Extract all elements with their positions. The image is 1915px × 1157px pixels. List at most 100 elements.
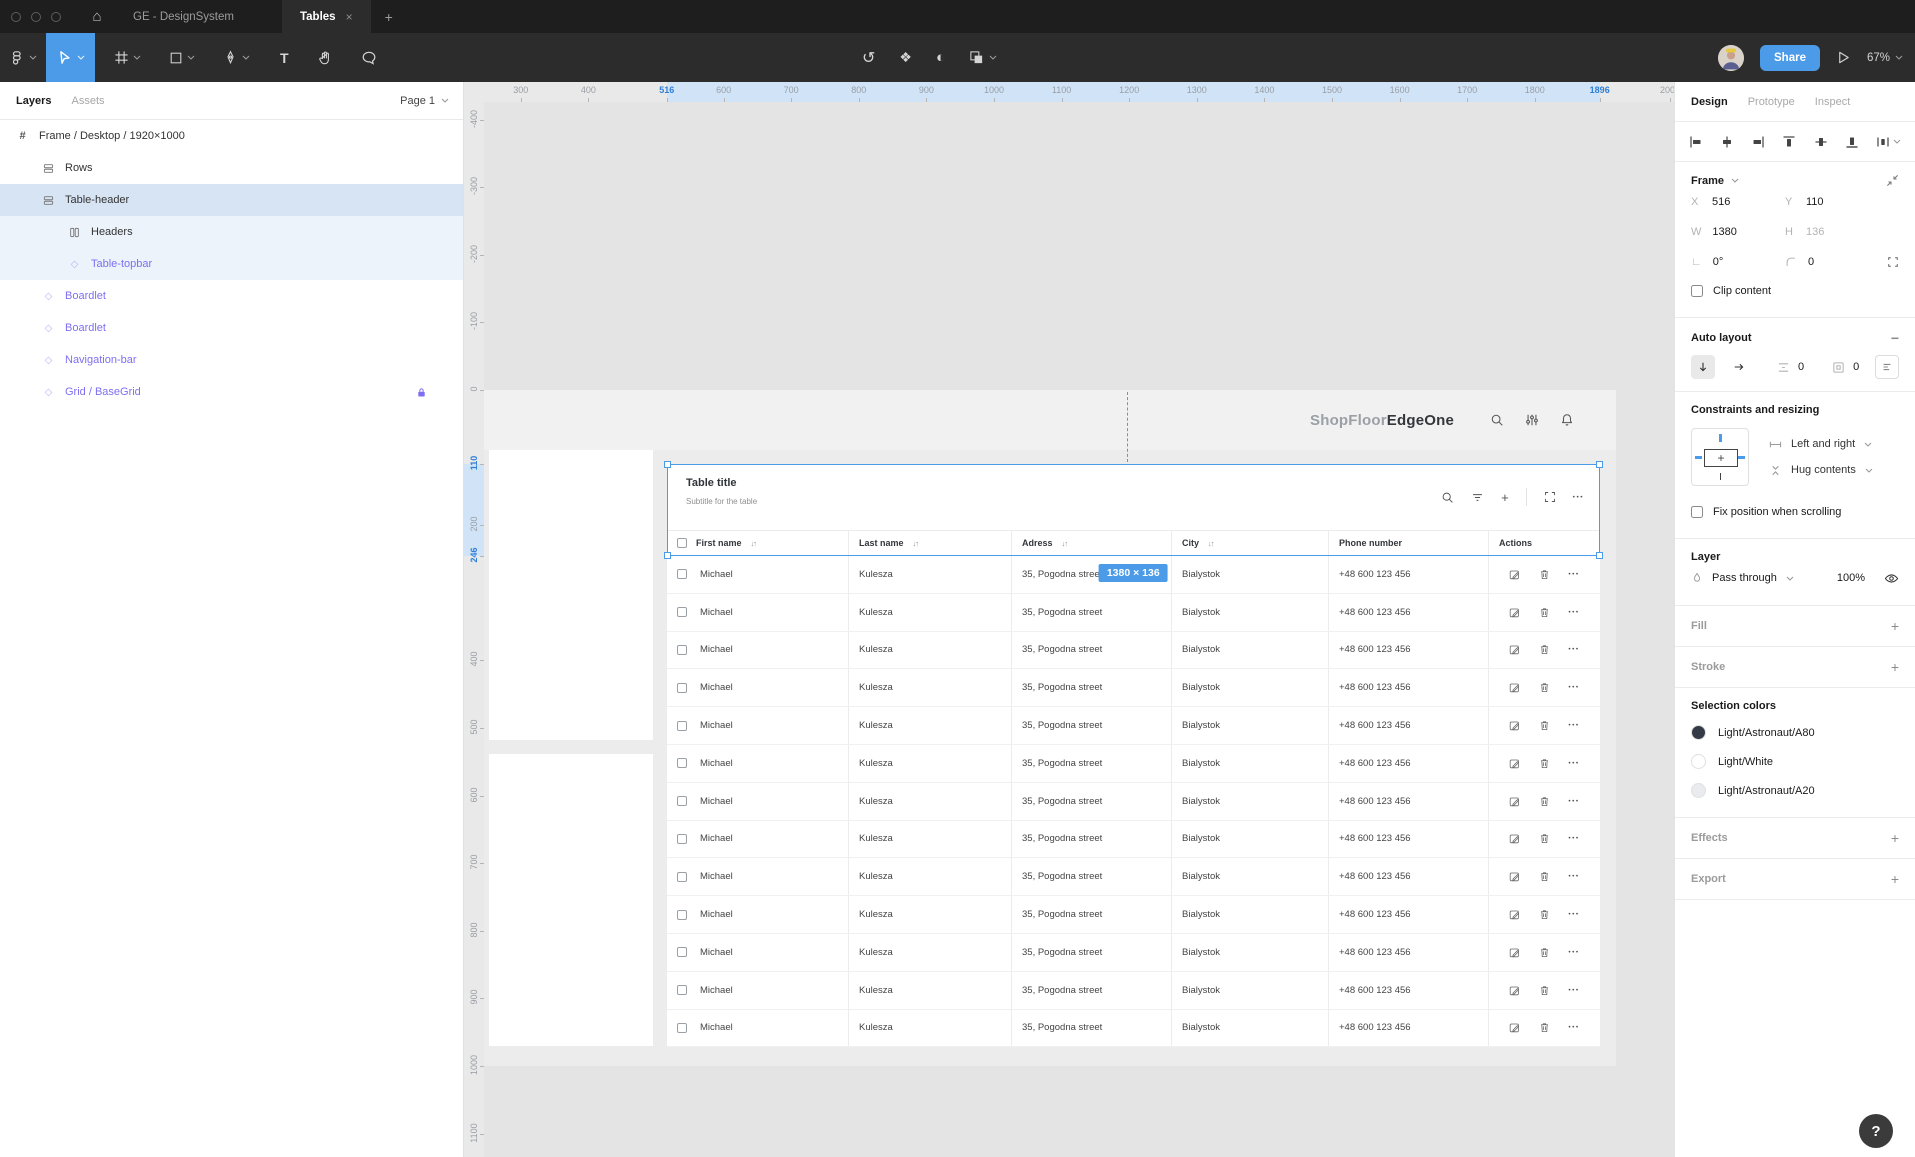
layer-row-boardlet[interactable]: ◇Boardlet (0, 312, 463, 344)
trash-icon[interactable] (1529, 758, 1559, 769)
sort-icon[interactable]: ↓↑ (751, 539, 757, 548)
column-header[interactable]: Actions (1489, 531, 1600, 555)
lock-icon[interactable] (416, 387, 427, 398)
trash-icon[interactable] (1529, 985, 1559, 996)
edit-icon[interactable] (1499, 569, 1529, 580)
row-checkbox[interactable] (677, 796, 687, 806)
search-icon[interactable] (1441, 491, 1454, 504)
horizontal-constraint-dropdown[interactable]: Left and right (1769, 438, 1873, 451)
trash-icon[interactable] (1529, 644, 1559, 655)
edit-icon[interactable] (1499, 796, 1529, 807)
move-tool-button[interactable] (46, 33, 95, 82)
tab-design[interactable]: Design (1691, 96, 1728, 108)
corner-radius-field[interactable]: 0 (1785, 256, 1879, 268)
row-checkbox[interactable] (677, 607, 687, 617)
direction-horizontal-button[interactable] (1727, 355, 1751, 379)
more-options-icon[interactable]: ••• (1559, 760, 1589, 767)
more-options-icon[interactable]: ••• (1559, 873, 1589, 880)
reset-instance-icon[interactable]: ↺ (862, 48, 875, 68)
layer-row-navigation-bar[interactable]: ◇Navigation-bar (0, 344, 463, 376)
table-topbar[interactable]: Table title Subtitle for the table + ••• (667, 464, 1600, 530)
table-row[interactable]: MichaelKulesza35, Pogodna streetBialysto… (667, 783, 1600, 821)
trash-icon[interactable] (1529, 569, 1559, 580)
opacity-value[interactable]: 100% (1837, 572, 1865, 584)
collapse-panel-icon[interactable] (1886, 174, 1899, 187)
zoom-control[interactable]: 67% (1867, 52, 1903, 64)
new-tab-button[interactable]: + (385, 9, 393, 25)
table-row[interactable]: MichaelKulesza35, Pogodna streetBialysto… (667, 594, 1600, 632)
edit-icon[interactable] (1499, 758, 1529, 769)
padding-field[interactable]: 0 (1832, 361, 1859, 374)
column-header[interactable]: City↓↑ (1172, 531, 1329, 555)
layer-row-table-header[interactable]: Table-header (0, 184, 463, 216)
text-tool-button[interactable]: T (271, 33, 298, 82)
edit-icon[interactable] (1499, 682, 1529, 693)
row-checkbox[interactable] (677, 910, 687, 920)
edit-icon[interactable] (1499, 833, 1529, 844)
table-row[interactable]: MichaelKulesza35, Pogodna streetBialysto… (667, 669, 1600, 707)
trash-icon[interactable] (1529, 796, 1559, 807)
row-checkbox[interactable] (677, 834, 687, 844)
edit-icon[interactable] (1499, 947, 1529, 958)
edit-icon[interactable] (1499, 644, 1529, 655)
row-checkbox[interactable] (677, 683, 687, 693)
constraint-top-tick[interactable] (1719, 434, 1722, 442)
selection-color-row[interactable]: Light/White (1691, 747, 1899, 776)
edit-icon[interactable] (1499, 1022, 1529, 1033)
sliders-icon[interactable] (1525, 413, 1539, 427)
share-button[interactable]: Share (1760, 45, 1820, 71)
more-options-icon[interactable]: ••• (1559, 722, 1589, 729)
edit-icon[interactable] (1499, 720, 1529, 731)
column-header[interactable]: Last name↓↑ (849, 531, 1012, 555)
mask-icon[interactable]: ◐ (936, 49, 945, 66)
tab-assets[interactable]: Assets (71, 95, 104, 107)
close-tab-icon[interactable]: × (346, 10, 353, 24)
trash-icon[interactable] (1529, 947, 1559, 958)
more-options-icon[interactable]: ••• (1559, 684, 1589, 691)
align-horizontal-center-icon[interactable] (1720, 135, 1734, 149)
add-effect-icon[interactable]: + (1891, 830, 1899, 846)
sort-icon[interactable]: ↓↑ (913, 539, 919, 548)
bell-icon[interactable] (1560, 413, 1574, 427)
more-options-icon[interactable]: ••• (1559, 609, 1589, 616)
layer-row-boardlet[interactable]: ◇Boardlet (0, 280, 463, 312)
constraint-left-tick[interactable] (1695, 456, 1702, 459)
search-icon[interactable] (1490, 413, 1504, 427)
add-stroke-icon[interactable]: + (1891, 659, 1899, 675)
add-export-icon[interactable]: + (1891, 871, 1899, 887)
file-tab-tables[interactable]: Tables × (282, 0, 371, 33)
width-field[interactable]: W 1380 (1691, 226, 1785, 238)
table-row[interactable]: MichaelKulesza35, Pogodna streetBialysto… (667, 972, 1600, 1010)
remove-auto-layout-icon[interactable]: − (1891, 330, 1899, 346)
add-icon[interactable]: + (1501, 490, 1509, 505)
more-options-icon[interactable]: ••• (1559, 798, 1589, 805)
page-selector[interactable]: Page 1 (400, 95, 449, 107)
more-options-icon[interactable]: ••• (1559, 646, 1589, 653)
more-options-icon[interactable]: ••• (1559, 911, 1589, 918)
file-tab-designsystem[interactable]: GE - DesignSystem (115, 0, 252, 33)
rotation-field[interactable]: ∟ 0° (1691, 256, 1785, 268)
independent-corners-icon[interactable] (1887, 256, 1899, 268)
boardlet-left-top[interactable] (489, 450, 653, 740)
visibility-eye-icon[interactable] (1884, 571, 1899, 586)
window-zoom-button[interactable] (51, 12, 61, 22)
table-row[interactable]: MichaelKulesza35, Pogodna streetBialysto… (667, 858, 1600, 896)
align-bottom-icon[interactable] (1845, 135, 1859, 149)
alignment-options-button[interactable] (1875, 355, 1899, 379)
tab-layers[interactable]: Layers (16, 95, 51, 107)
table-row[interactable]: MichaelKulesza35, Pogodna streetBialysto… (667, 632, 1600, 670)
table-row[interactable]: MichaelKulesza35, Pogodna streetBialysto… (667, 821, 1600, 859)
chevron-down-icon[interactable] (1731, 178, 1739, 183)
present-button[interactable] (1836, 50, 1851, 65)
more-options-icon[interactable]: ••• (1559, 987, 1589, 994)
row-checkbox[interactable] (677, 758, 687, 768)
blend-mode-value[interactable]: Pass through (1712, 572, 1777, 584)
more-options-icon[interactable]: ••• (1573, 494, 1584, 501)
row-checkbox[interactable] (677, 569, 687, 579)
table-row[interactable]: MichaelKulesza35, Pogodna streetBialysto… (667, 1010, 1600, 1048)
layer-row-grid-basegrid[interactable]: ◇Grid / BaseGrid (0, 376, 463, 408)
fix-position-row[interactable]: Fix position when scrolling (1691, 498, 1899, 526)
window-close-button[interactable] (11, 12, 21, 22)
trash-icon[interactable] (1529, 909, 1559, 920)
edit-icon[interactable] (1499, 607, 1529, 618)
